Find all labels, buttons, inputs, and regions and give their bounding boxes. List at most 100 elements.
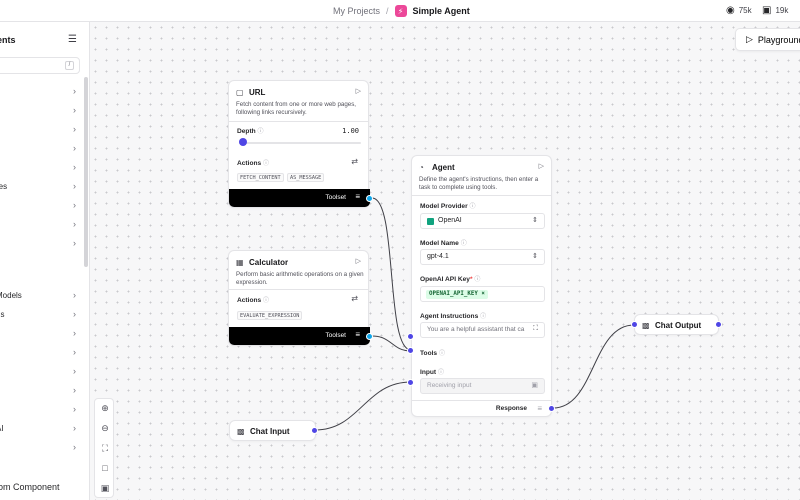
sidebar-category-item[interactable]: res › xyxy=(0,181,76,193)
input-label: Input ⓘ xyxy=(420,369,444,376)
chat-input-output-handle[interactable] xyxy=(311,427,318,434)
info-icon: ⓘ xyxy=(437,370,444,376)
sidebar-category-item[interactable]: › xyxy=(0,347,76,359)
api-key-label: OpenAI API Key* ⓘ xyxy=(420,276,481,283)
run-agent-button[interactable]: ▷ xyxy=(539,162,544,170)
chevron-right-icon: › xyxy=(73,442,76,452)
sidebar-category-item[interactable]: › xyxy=(0,328,76,340)
toolset-icon: ≡ xyxy=(355,192,360,201)
info-icon: ⓘ xyxy=(438,351,445,357)
model-provider-select[interactable]: OpenAI ⇕ xyxy=(420,213,545,229)
model-provider-value: OpenAI xyxy=(438,217,462,224)
action-pill[interactable]: EVALUATE_EXPRESSION xyxy=(237,311,303,320)
chevron-right-icon: › xyxy=(73,86,76,96)
sidebar-category-item[interactable]: Models › xyxy=(0,290,76,302)
run-url-button[interactable]: ▷ xyxy=(356,87,361,95)
sidebar-scrollbar[interactable] xyxy=(84,77,88,267)
divider xyxy=(412,400,551,401)
expand-icon[interactable]: ⛶ xyxy=(531,325,538,333)
lock-icon[interactable]: ▣ xyxy=(99,482,111,494)
calculator-toolset-bar: Toolset ≡ xyxy=(229,327,370,345)
sidebar-category-item[interactable]: › xyxy=(0,143,76,155)
globe-icon: ▢ xyxy=(236,88,244,97)
run-calculator-button[interactable]: ▷ xyxy=(356,257,361,265)
discord-members[interactable]: ▣ 19k xyxy=(762,5,788,16)
search-shortcut-key: / xyxy=(65,61,74,70)
url-toolset-handle[interactable] xyxy=(366,195,373,202)
breadcrumb-my-projects[interactable]: My Projects xyxy=(333,6,380,16)
url-node-title: URL xyxy=(249,88,266,97)
depth-slider-thumb[interactable] xyxy=(239,138,247,146)
filter-icon[interactable]: ☰ xyxy=(68,34,77,45)
canvas-controls: ⊕ ⊖ ⛶ □ ▣ xyxy=(94,398,114,498)
agent-input-placeholder: Receiving input xyxy=(427,382,472,389)
sidebar-category-item[interactable]: ı› xyxy=(0,385,76,397)
zoom-in-icon[interactable]: ⊕ xyxy=(99,402,111,414)
edge-agent-to-chat-output xyxy=(552,324,635,409)
chevron-right-icon: › xyxy=(73,162,76,172)
openai-icon xyxy=(427,218,434,225)
agent-tools-handle[interactable] xyxy=(407,347,414,354)
breadcrumb-separator: / xyxy=(386,6,389,16)
api-key-chip[interactable]: OPENAI_API_KEY × xyxy=(426,290,488,299)
actions-settings-icon[interactable]: ⇄ xyxy=(351,294,358,303)
url-node[interactable]: ▢ URL ▷ Fetch content from one or more w… xyxy=(228,80,370,208)
zoom-out-icon[interactable]: ⊖ xyxy=(99,422,111,434)
sidebar-category-label: res xyxy=(0,182,8,191)
url-actions-label: Actions ⓘ xyxy=(237,160,270,167)
divider xyxy=(412,195,551,196)
connection-edges xyxy=(314,197,635,431)
tools-label: Tools ⓘ xyxy=(420,350,445,357)
info-icon: ⓘ xyxy=(263,161,270,167)
playground-button[interactable]: ▷ Playground xyxy=(735,28,800,51)
action-pill[interactable]: AS_MESSAGE xyxy=(287,173,325,182)
sidebar-category-item[interactable]: › xyxy=(0,219,76,231)
chat-input-node[interactable]: ▩ Chat Input xyxy=(229,420,316,441)
top-bar: My Projects / ⚡ Simple Agent ◉ 75k ▣ 19k xyxy=(0,0,800,22)
chat-output-node[interactable]: ▩ Chat Output xyxy=(634,314,719,335)
chat-output-output-handle[interactable] xyxy=(715,321,722,328)
agent-input-handle[interactable] xyxy=(407,379,414,386)
agent-instructions-handle[interactable] xyxy=(407,333,414,340)
calculator-node[interactable]: ▦ Calculator ▷ Perform basic arithmetic … xyxy=(228,250,370,346)
actions-settings-icon[interactable]: ⇄ xyxy=(351,157,358,166)
sidebar-category-item[interactable]: gs › xyxy=(0,309,76,321)
agent-node[interactable]: ◔ Agent ▷ Define the agent's instruction… xyxy=(411,155,552,417)
lock-icon: ▣ xyxy=(531,382,538,389)
depth-label: Depth ⓘ xyxy=(237,128,264,135)
sidebar-category-item[interactable]: AI › xyxy=(0,423,76,435)
new-custom-component-button[interactable]: om Component xyxy=(0,482,60,492)
calculator-toolset-handle[interactable] xyxy=(366,333,373,340)
github-stars[interactable]: ◉ 75k xyxy=(726,5,752,16)
toolset-icon: ≡ xyxy=(355,330,360,339)
sidebar-category-item[interactable]: › xyxy=(0,238,76,250)
sidebar-category-item[interactable]: › xyxy=(0,86,76,98)
sidebar-category-item[interactable]: g› xyxy=(0,162,76,174)
flow-name[interactable]: Simple Agent xyxy=(413,6,470,16)
model-provider-label: Model Provider ⓘ xyxy=(420,203,476,210)
response-label: Response xyxy=(495,405,527,412)
depth-slider[interactable] xyxy=(239,138,361,146)
edge-url-to-tools xyxy=(371,197,412,351)
action-pill[interactable]: FETCH_CONTENT xyxy=(237,173,284,182)
sidebar-category-item[interactable]: › xyxy=(0,124,76,136)
discord-count: 19k xyxy=(775,6,789,15)
agent-instructions-input[interactable]: You are a helpful assistant that ca ⛶ xyxy=(420,322,545,338)
sidebar-category-item[interactable]: › xyxy=(0,200,76,212)
sticky-note-icon[interactable]: □ xyxy=(99,462,111,474)
fit-view-icon[interactable]: ⛶ xyxy=(99,442,111,454)
agent-instructions-label: Agent Instructions ⓘ xyxy=(420,313,487,320)
agent-input-field: Receiving input ▣ xyxy=(420,378,545,394)
sidebar-category-item[interactable]: › xyxy=(0,105,76,117)
sidebar-category-item[interactable]: › xyxy=(0,442,76,454)
chat-output-input-handle[interactable] xyxy=(631,321,638,328)
agent-response-handle[interactable] xyxy=(548,405,555,412)
sidebar-category-label: AI xyxy=(0,424,4,433)
toolset-label: Toolset xyxy=(325,332,346,339)
chevron-right-icon: › xyxy=(73,347,76,357)
api-key-input[interactable]: OPENAI_API_KEY × xyxy=(420,286,545,302)
sidebar-search-input[interactable]: / xyxy=(0,57,80,74)
model-name-select[interactable]: gpt-4.1 ⇕ xyxy=(420,249,545,265)
sidebar-category-item[interactable]: › xyxy=(0,404,76,416)
sidebar-category-item[interactable]: › xyxy=(0,366,76,378)
